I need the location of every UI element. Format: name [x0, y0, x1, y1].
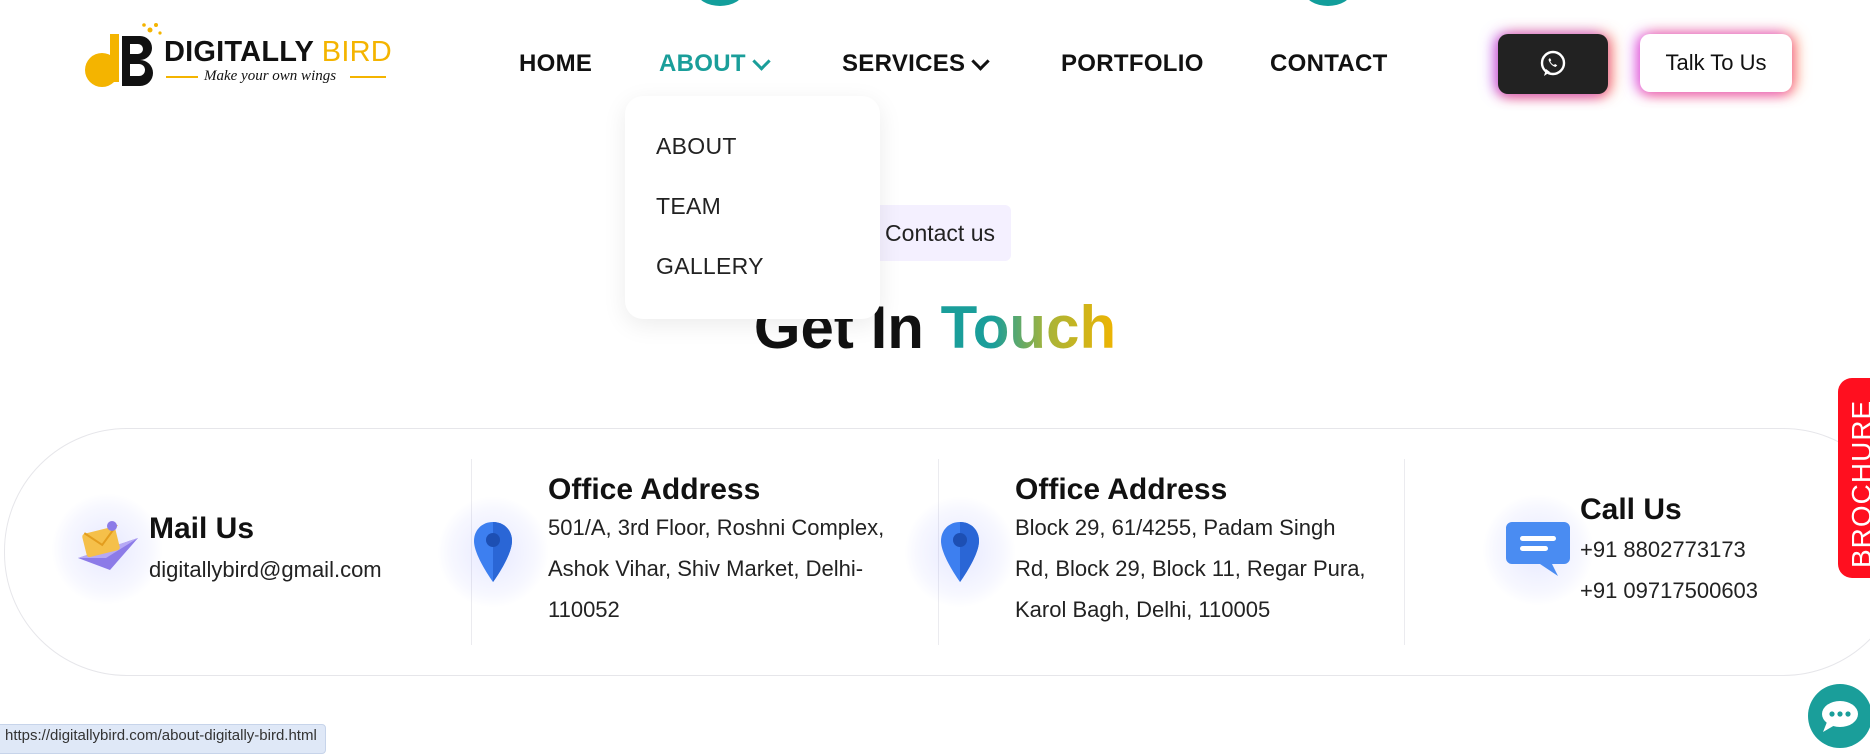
- address-line: Ashok Vihar, Shiv Market, Delhi-: [548, 556, 864, 581]
- map-pin-icon: [474, 522, 512, 582]
- map-pin-icon: [941, 522, 979, 582]
- logo-brand-primary: DIGITALLY: [164, 36, 314, 68]
- chat-dots-icon: [1822, 701, 1858, 732]
- nav-services[interactable]: SERVICES: [842, 50, 991, 78]
- logo-tagline-rule-right: [350, 76, 386, 78]
- floating-chat-button[interactable]: [1808, 684, 1870, 748]
- address-line: Karol Bagh, Delhi, 110005: [1015, 597, 1271, 622]
- whatsapp-button[interactable]: [1498, 34, 1608, 94]
- nav-portfolio[interactable]: PORTFOLIO: [1061, 50, 1204, 78]
- nav-portfolio-label: PORTFOLIO: [1061, 50, 1204, 77]
- mail-address-line: digitallybird@gmail.com: [149, 557, 382, 582]
- mail-title: Mail Us: [149, 512, 255, 545]
- phone-number[interactable]: +91 09717500603: [1580, 570, 1758, 611]
- decorative-arc-left: [697, 0, 743, 6]
- brochure-tab[interactable]: BROCHURE: [1838, 378, 1870, 578]
- info-divider: [1404, 459, 1405, 645]
- site-logo[interactable]: DIGITALLY BIRD Make your own wings: [84, 20, 392, 90]
- call-numbers: +91 8802773173 +91 09717500603: [1580, 529, 1758, 611]
- mail-icon: [78, 521, 138, 570]
- logo-mark-icon: [85, 23, 162, 87]
- chat-bubble-icon: [1506, 522, 1570, 576]
- page-title: Get In Touch: [0, 293, 1870, 362]
- nav-contact-label: CONTACT: [1270, 50, 1388, 77]
- dropdown-item-about[interactable]: ABOUT: [656, 133, 737, 160]
- dropdown-item-team[interactable]: TEAM: [656, 193, 721, 220]
- nav-about-label: ABOUT: [659, 50, 746, 77]
- talk-to-us-button[interactable]: Talk To Us: [1640, 34, 1792, 92]
- address-line: Rd, Block 29, Block 11, Regar Pura,: [1015, 556, 1366, 581]
- address-line: Block 29, 61/4255, Padam Singh: [1015, 515, 1336, 540]
- office-address-2-text: Block 29, 61/4255, Padam Singh Rd, Block…: [1015, 507, 1366, 630]
- decorative-arc-right: [1305, 0, 1351, 6]
- whatsapp-icon: [1540, 50, 1566, 76]
- address-line: 501/A, 3rd Floor, Roshni Complex,: [548, 515, 885, 540]
- office-address-1-text: 501/A, 3rd Floor, Roshni Complex, Ashok …: [548, 507, 884, 630]
- about-dropdown-menu: ABOUT TEAM GALLERY: [625, 96, 880, 319]
- office-address-2-title: Office Address: [1015, 473, 1228, 506]
- chevron-down-icon: [752, 51, 771, 71]
- logo-tagline-rule-left: [166, 76, 198, 78]
- nav-about[interactable]: ABOUT: [659, 50, 771, 78]
- office-address-1-title: Office Address: [548, 473, 761, 506]
- logo-wordmark: DIGITALLY BIRD: [164, 36, 392, 69]
- status-url-bar: https://digitallybird.com/about-digitall…: [0, 724, 326, 754]
- nav-services-label: SERVICES: [842, 50, 966, 77]
- nav-home[interactable]: HOME: [519, 50, 592, 78]
- brochure-label: BROCHURE: [1846, 399, 1870, 568]
- phone-number[interactable]: +91 8802773173: [1580, 529, 1758, 570]
- dropdown-item-gallery[interactable]: GALLERY: [656, 253, 764, 280]
- address-line: 110052: [548, 597, 620, 622]
- nav-contact[interactable]: CONTACT: [1270, 50, 1388, 78]
- logo-brand-secondary: BIRD: [321, 36, 392, 68]
- chevron-down-icon: [971, 51, 991, 71]
- mail-address[interactable]: digitallybird@gmail.com: [149, 549, 382, 590]
- logo-tagline: Make your own wings: [204, 68, 337, 84]
- nav-home-label: HOME: [519, 50, 593, 77]
- call-title: Call Us: [1580, 493, 1682, 526]
- contact-badge: Contact us: [864, 205, 1011, 261]
- page-title-accent: Touch: [940, 294, 1117, 361]
